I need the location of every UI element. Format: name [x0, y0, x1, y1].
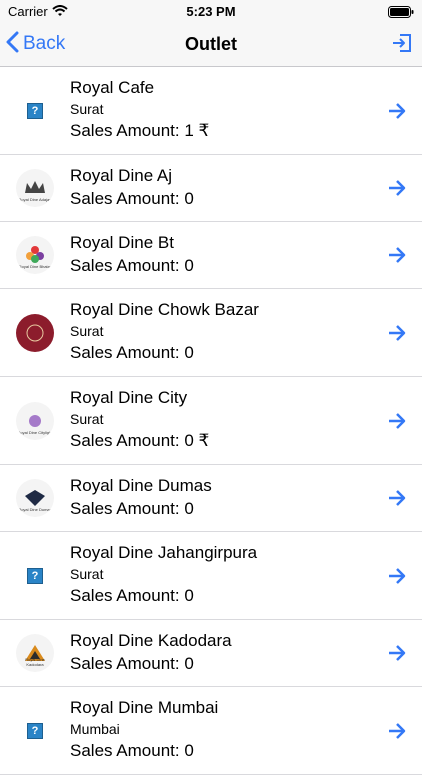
badge-logo: Royal Dine Dumas — [16, 479, 54, 517]
arrow-right-icon[interactable] — [388, 245, 406, 270]
placeholder-icon: ? — [16, 556, 54, 595]
arrow-right-icon[interactable] — [388, 643, 406, 668]
outlet-name: Royal Dine Jahangirpura — [70, 543, 258, 562]
outlet-details: Royal Dine Kadodara Sales Amount: 0 — [70, 630, 232, 676]
outlet-row[interactable]: ? Royal Cafe Surat Sales Amount: 1 ₹ — [0, 67, 422, 155]
arrow-right-icon[interactable] — [388, 178, 406, 203]
outlet-city: Mumbai — [70, 721, 120, 737]
status-bar: Carrier 5:23 PM — [0, 0, 422, 22]
purple-logo: Royal Dine Citylight — [16, 401, 54, 440]
outlet-details: Royal Dine Bt Sales Amount: 0 — [70, 232, 194, 278]
triangle-logo: Royal Dine Kadodara — [16, 634, 54, 672]
outlet-row[interactable]: ? Royal Dine Jahangirpura Surat Sales Amoun… — [0, 532, 422, 620]
sales-amount: Sales Amount: 0 — [70, 741, 194, 760]
placeholder-icon: ? — [16, 91, 54, 130]
outlet-name: Royal Dine Aj — [70, 166, 173, 185]
outlet-row[interactable]: ? Royal Dine Mumbai Mumbai Sales Amount: 0 — [0, 687, 422, 775]
outlet-row[interactable]: Royal Dine Bhatar Royal Dine Bt Sales Amou… — [0, 222, 422, 289]
outlet-row[interactable]: Royal Dine Adajan Royal Dine Aj Sales Amou… — [0, 155, 422, 222]
arrow-right-icon[interactable] — [388, 721, 406, 746]
outlet-row[interactable]: Royal Dine Kadodara Royal Dine Kadodara Sa… — [0, 620, 422, 687]
sales-amount: Sales Amount: 0 — [70, 343, 194, 362]
logout-button[interactable] — [392, 33, 412, 58]
outlet-row[interactable]: Royal Dine Dumas Royal Dine Dumas Sales Am… — [0, 465, 422, 532]
outlet-name: Royal Dine Chowk Bazar — [70, 300, 259, 319]
arrow-right-icon[interactable] — [388, 101, 406, 126]
logo-wordmark: Royal Dine Bhatar — [18, 264, 52, 269]
logo-wordmark: Royal Dine Adajan — [18, 197, 52, 202]
outlet-details: Royal Dine City Surat Sales Amount: 0 ₹ — [70, 387, 209, 453]
battery-icon — [388, 5, 414, 23]
sales-amount: Sales Amount: 0 ₹ — [70, 431, 210, 450]
arrow-right-icon[interactable] — [388, 323, 406, 348]
outlet-city: Surat — [70, 101, 104, 117]
sales-amount: Sales Amount: 0 — [70, 499, 194, 518]
outlet-name: Royal Dine Bt — [70, 233, 174, 252]
logo-wordmark: Royal Dine Dumas — [18, 507, 52, 512]
outlet-city: Surat — [70, 323, 104, 339]
arrow-right-icon[interactable] — [388, 566, 406, 591]
arrow-right-icon[interactable] — [388, 411, 406, 436]
outlet-name: Royal Dine Kadodara — [70, 631, 232, 650]
outlet-details: Royal Dine Mumbai Mumbai Sales Amount: 0 — [70, 697, 218, 763]
outlet-city: Surat — [70, 566, 104, 582]
outlet-name: Royal Dine City — [70, 388, 188, 407]
logo-wordmark: Royal Dine Kadodara — [25, 657, 45, 667]
outlet-city: Surat — [70, 411, 104, 427]
arrow-right-icon[interactable] — [388, 488, 406, 513]
outlet-row[interactable]: Royal Dine Citylight Royal Dine City Surat… — [0, 377, 422, 465]
status-time: 5:23 PM — [186, 4, 236, 19]
sales-amount: Sales Amount: 0 — [70, 654, 194, 673]
navigation-bar: Back Outlet — [0, 22, 422, 67]
logo-wordmark: Royal Dine Citylight — [17, 429, 53, 435]
outlet-details: Royal Cafe Surat Sales Amount: 1 ₹ — [70, 77, 209, 143]
outlet-details: Royal Dine Jahangirpura Surat Sales Amount… — [70, 542, 257, 608]
outlet-details: Royal Dine Dumas Sales Amount: 0 — [70, 475, 212, 521]
outlet-name: Royal Cafe — [70, 78, 155, 97]
logout-icon — [392, 34, 412, 57]
sales-amount: Sales Amount: 1 ₹ — [70, 121, 210, 140]
sales-amount: Sales Amount: 0 — [70, 189, 194, 208]
outlet-row[interactable]: Royal Dine Chowk Bazar Surat Sales Amount:… — [0, 289, 422, 377]
maroon-logo — [16, 313, 54, 352]
sales-amount: Sales Amount: 0 — [70, 586, 194, 605]
page-title: Outlet — [185, 34, 237, 54]
outlet-name: Royal Dine Mumbai — [70, 698, 219, 717]
outlet-list: ? Royal Cafe Surat Sales Amount: 1 ₹ Royal D… — [0, 67, 422, 775]
sales-amount: Sales Amount: 0 — [70, 256, 194, 275]
placeholder-icon: ? — [16, 711, 54, 750]
outlet-name: Royal Dine Dumas — [70, 476, 212, 495]
flower-logo: Royal Dine Bhatar — [16, 236, 54, 274]
outlet-details: Royal Dine Chowk Bazar Surat Sales Amount:… — [70, 299, 259, 365]
outlet-details: Royal Dine Aj Sales Amount: 0 — [70, 165, 194, 211]
crown-logo: Royal Dine Adajan — [16, 169, 54, 207]
